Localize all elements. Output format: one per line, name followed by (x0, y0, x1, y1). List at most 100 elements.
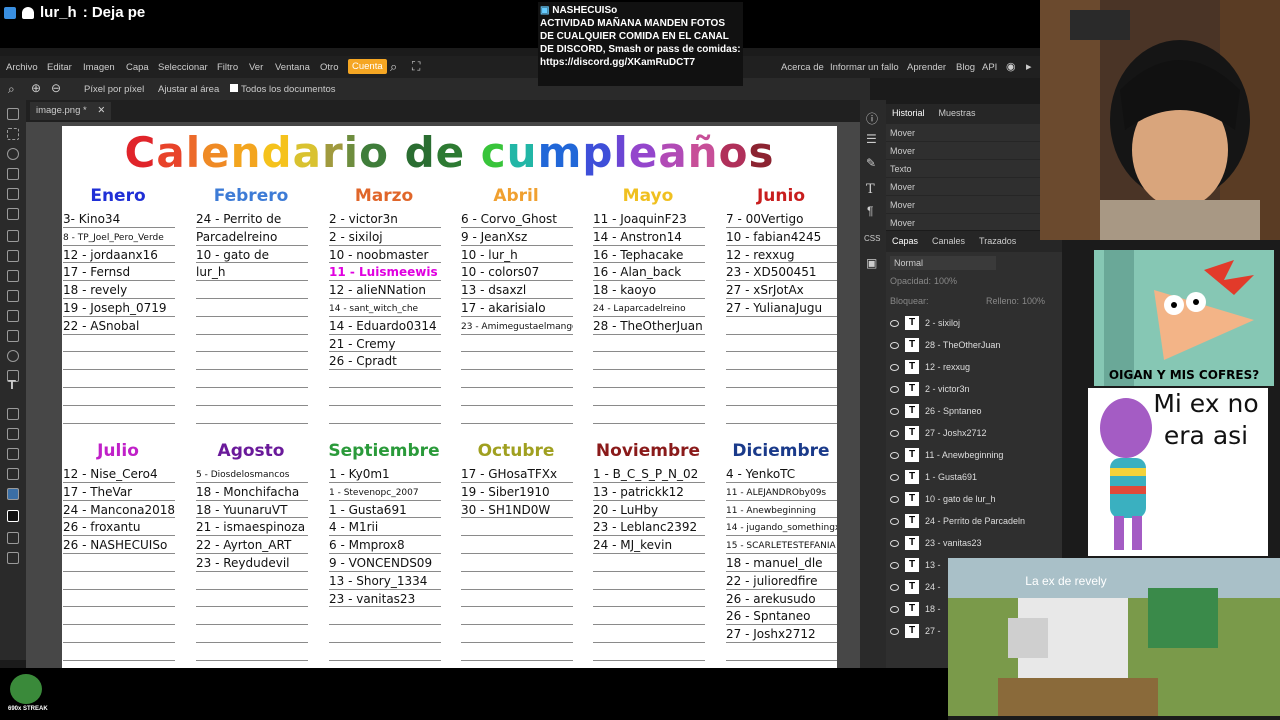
layer-row[interactable]: T 28 - TheOtherJuan (890, 334, 1060, 356)
visibility-eye-icon[interactable] (890, 495, 899, 503)
brush-tool-icon[interactable] (7, 250, 19, 262)
layer-row[interactable]: T 26 - Spntaneo (890, 400, 1060, 422)
visibility-eye-icon[interactable] (890, 429, 899, 437)
zoom-out-icon[interactable]: ⊖ (51, 81, 61, 95)
visibility-eye-icon[interactable] (890, 341, 899, 349)
document-tab[interactable]: image.png * ✕ (30, 102, 112, 120)
paragraph-icon[interactable]: ¶ (867, 204, 873, 218)
menu-capa[interactable]: Capa (126, 62, 149, 73)
zoom-in-icon[interactable]: ⊕ (31, 81, 41, 95)
lasso-tool-icon[interactable] (7, 148, 19, 160)
move-tool-icon[interactable] (7, 108, 19, 120)
canvas-area[interactable]: Calendario de cumpleaños Enero 3- Kino34 8… (26, 122, 860, 668)
blend-mode-select[interactable]: Normal (890, 256, 996, 270)
visibility-eye-icon[interactable] (890, 627, 899, 635)
history-item[interactable]: Mover (886, 178, 1062, 196)
menu-filtro[interactable]: Filtro (217, 62, 238, 73)
layer-row[interactable]: T 12 - rexxug (890, 356, 1060, 378)
character-icon[interactable]: T (866, 182, 875, 197)
visibility-eye-icon[interactable] (890, 583, 899, 591)
layer-row[interactable]: T 23 - vanitas23 (890, 532, 1060, 554)
tab-history[interactable]: Historial (892, 108, 925, 120)
layer-row[interactable]: T 2 - victor3n (890, 378, 1060, 400)
image-icon[interactable]: ▣ (866, 256, 877, 270)
tab-swatches[interactable]: Muestras (939, 108, 976, 120)
eyedropper-icon[interactable] (7, 208, 19, 220)
layer-row[interactable]: T 24 - Perrito de Parcadeln (890, 510, 1060, 532)
visibility-eye-icon[interactable] (890, 407, 899, 415)
type-tool-icon[interactable]: T (8, 377, 16, 392)
layer-row[interactable]: T 10 - gato de lur_h (890, 488, 1060, 510)
link-learn[interactable]: Aprender (907, 62, 946, 73)
visibility-eye-icon[interactable] (890, 561, 899, 569)
layer-name: 24 - Perrito de Parcadeln (925, 516, 1026, 526)
brush-panel-icon[interactable]: ✎ (866, 156, 876, 170)
properties-icon[interactable]: ☰ (866, 132, 877, 146)
layer-row[interactable]: T 2 - sixiloj (890, 312, 1060, 334)
quick-mask-icon[interactable] (7, 532, 19, 544)
history-item[interactable]: Mover (886, 214, 1062, 232)
account-button[interactable]: Cuenta (348, 59, 387, 74)
css-icon[interactable]: CSS (864, 234, 880, 243)
menu-editar[interactable]: Editar (47, 62, 72, 73)
visibility-eye-icon[interactable] (890, 605, 899, 613)
patch-tool-icon[interactable] (7, 230, 19, 242)
pen-tool-icon[interactable] (7, 408, 19, 420)
fill-tool-icon[interactable] (7, 330, 19, 342)
link-about[interactable]: Acerca de (781, 62, 824, 73)
visibility-eye-icon[interactable] (890, 385, 899, 393)
color-swatch-icon[interactable] (7, 510, 19, 522)
visibility-eye-icon[interactable] (890, 319, 899, 327)
link-report-bug[interactable]: Informar un fallo (830, 62, 899, 73)
shape-tool-icon[interactable] (7, 448, 19, 460)
magic-wand-icon[interactable] (7, 168, 19, 180)
history-item[interactable]: Mover (886, 142, 1062, 160)
tab-paths[interactable]: Trazados (979, 236, 1016, 248)
eraser-tool-icon[interactable] (7, 310, 19, 322)
link-api[interactable]: API (982, 62, 997, 73)
visibility-eye-icon[interactable] (890, 451, 899, 459)
crop-tool-icon[interactable] (7, 188, 19, 200)
visibility-eye-icon[interactable] (890, 363, 899, 371)
twitter-icon[interactable]: ▸ (1026, 60, 1032, 73)
marquee-tool-icon[interactable] (7, 128, 19, 140)
reddit-icon[interactable]: ◉ (1006, 60, 1016, 73)
search-icon[interactable]: ⌕ (390, 59, 397, 75)
history-item[interactable]: Mover (886, 124, 1062, 142)
month-entries: 12 - Nise_Cero4 17 - TheVar 24 - Mancona20… (63, 465, 175, 668)
menu-otro[interactable]: Otro (320, 62, 338, 73)
zoom-tool-icon[interactable]: ⌕ (8, 82, 15, 97)
path-select-icon[interactable] (7, 428, 19, 440)
history-item[interactable]: Texto (886, 160, 1062, 178)
visibility-eye-icon[interactable] (890, 517, 899, 525)
menu-archivo[interactable]: Archivo (6, 62, 38, 73)
document-canvas[interactable]: Calendario de cumpleaños Enero 3- Kino34 8… (62, 126, 837, 668)
close-tab-icon[interactable]: ✕ (97, 105, 105, 116)
layer-row[interactable]: T 1 - Gusta691 (890, 466, 1060, 488)
screen-mode-icon[interactable] (7, 552, 19, 564)
zoom-tool-side-icon[interactable] (7, 488, 19, 500)
history-brush-icon[interactable] (7, 290, 19, 302)
fit-area-button[interactable]: Ajustar al área (158, 84, 219, 95)
stamp-tool-icon[interactable] (7, 270, 19, 282)
opacity-value[interactable]: 100% (934, 276, 957, 286)
menu-ventana[interactable]: Ventana (275, 62, 310, 73)
blur-tool-icon[interactable] (7, 350, 19, 362)
menu-seleccionar[interactable]: Seleccionar (158, 62, 208, 73)
tab-channels[interactable]: Canales (932, 236, 965, 248)
link-blog[interactable]: Blog (956, 62, 975, 73)
layer-row[interactable]: T 27 - Joshx2712 (890, 422, 1060, 444)
pixel-by-pixel-button[interactable]: Píxel por píxel (84, 84, 144, 95)
info-icon[interactable]: ⓘ (866, 110, 878, 127)
fill-value[interactable]: 100% (1022, 296, 1045, 306)
tab-layers[interactable]: Capas (892, 236, 918, 248)
menu-imagen[interactable]: Imagen (83, 62, 115, 73)
menu-ver[interactable]: Ver (249, 62, 263, 73)
visibility-eye-icon[interactable] (890, 473, 899, 481)
layer-row[interactable]: T 11 - Anewbeginning (890, 444, 1060, 466)
all-docs-checkbox[interactable] (230, 84, 238, 92)
hand-tool-icon[interactable] (7, 468, 19, 480)
history-item[interactable]: Mover (886, 196, 1062, 214)
visibility-eye-icon[interactable] (890, 539, 899, 547)
fullscreen-icon[interactable]: ⛶ (412, 59, 420, 74)
